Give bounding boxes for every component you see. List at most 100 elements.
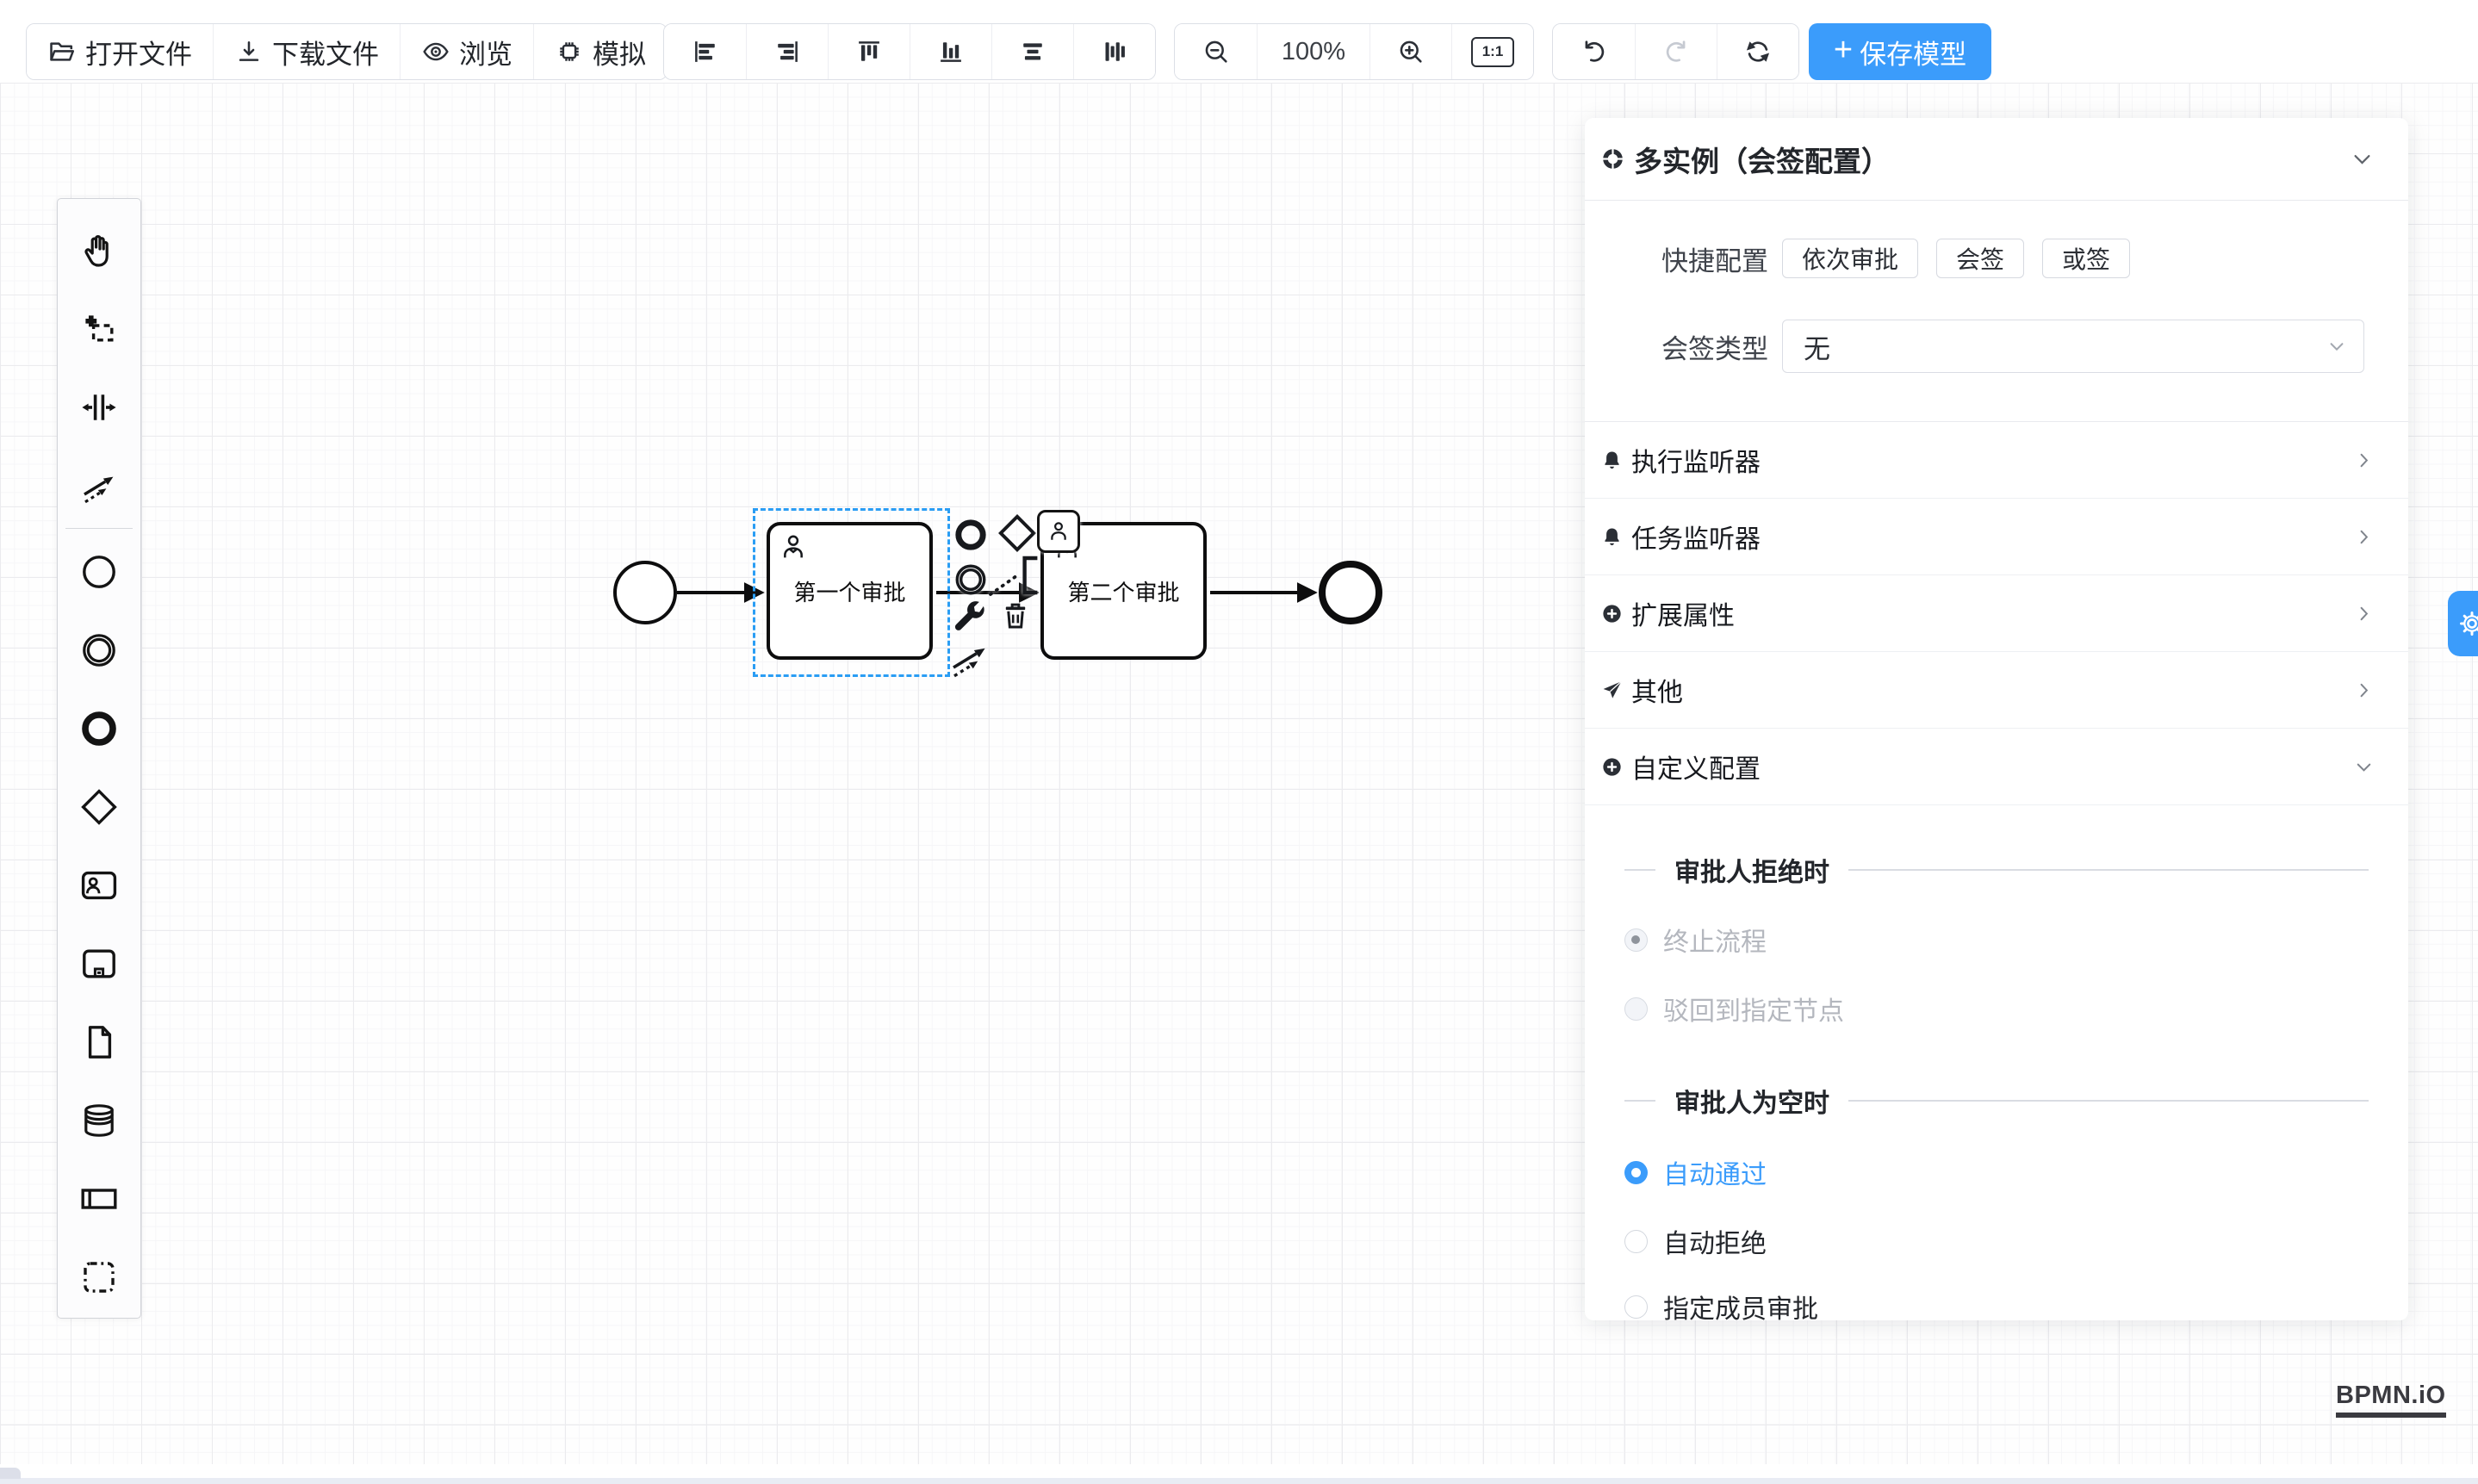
radio-disabled xyxy=(1624,997,1648,1021)
save-model-button[interactable]: + 保存模型 xyxy=(1809,23,1991,80)
radio-label: 驳回到指定节点 xyxy=(1663,990,1844,1028)
section-custom-config[interactable]: 自定义配置 xyxy=(1585,729,2408,805)
chip-icon xyxy=(555,37,584,66)
append-intermediate-event-button[interactable] xyxy=(951,560,991,599)
create-gateway[interactable] xyxy=(58,767,140,846)
element-palette xyxy=(57,198,141,1319)
settings-drawer-toggle[interactable] xyxy=(2448,591,2478,656)
undo-icon xyxy=(1580,37,1609,66)
align-right-button[interactable] xyxy=(746,24,828,79)
wrench-icon xyxy=(949,596,989,636)
end-event-node[interactable] xyxy=(1319,561,1382,624)
properties-panel: 多实例（会签配置） 快捷配置 依次审批 会签 或签 会签类型 无 执行监听器 xyxy=(1585,118,2408,1320)
delete-button[interactable] xyxy=(997,598,1034,634)
align-middle-vertical-button[interactable] xyxy=(1073,24,1155,79)
section-label: 扩展属性 xyxy=(1631,594,2346,632)
user-icon xyxy=(1046,518,1071,544)
align-top-icon xyxy=(854,37,884,66)
quick-config-sequential-button[interactable]: 依次审批 xyxy=(1782,239,1918,278)
radio-disabled-checked xyxy=(1624,928,1648,952)
align-bottom-button[interactable] xyxy=(910,24,991,79)
simulate-button[interactable]: 模拟 xyxy=(533,24,667,79)
zoom-out-button[interactable] xyxy=(1175,24,1257,79)
radio-unchecked xyxy=(1624,1230,1648,1253)
user-task-node-1[interactable]: 第一个审批 xyxy=(767,522,933,660)
section-task-listener[interactable]: 任务监听器 xyxy=(1585,499,2408,575)
bell-icon xyxy=(1600,525,1624,549)
redo-button[interactable] xyxy=(1635,24,1717,79)
panel-header[interactable]: 多实例（会签配置） xyxy=(1585,118,2408,200)
append-end-event-button[interactable] xyxy=(951,515,991,555)
create-end-event[interactable] xyxy=(58,689,140,767)
plus-circle-icon xyxy=(1600,602,1624,625)
history-toolbar-group xyxy=(1552,23,1799,80)
undo-button[interactable] xyxy=(1553,24,1635,79)
task-label: 第一个审批 xyxy=(793,575,905,607)
sign-type-select[interactable]: 无 xyxy=(1782,320,2364,373)
task-label: 第二个审批 xyxy=(1067,575,1179,607)
chevron-down-icon[interactable] xyxy=(2351,147,2374,171)
align-center-horizontal-button[interactable] xyxy=(991,24,1073,79)
multi-instance-icon xyxy=(1600,146,1625,171)
section-other[interactable]: 其他 xyxy=(1585,652,2408,729)
align-left-button[interactable] xyxy=(664,24,746,79)
radio-label: 终止流程 xyxy=(1663,921,1767,959)
append-text-annotation-button[interactable] xyxy=(987,553,1040,598)
radio-label: 指定成员审批 xyxy=(1663,1288,1818,1320)
sign-type-value: 无 xyxy=(1804,327,2327,366)
reject-group-title: 审批人拒绝时 xyxy=(1674,851,1829,889)
create-group[interactable] xyxy=(58,1238,140,1316)
section-label: 自定义配置 xyxy=(1631,748,2346,785)
bell-icon xyxy=(1600,449,1624,472)
magnifier-plus-icon xyxy=(1396,37,1425,66)
align-middle-vertical-icon xyxy=(1100,37,1129,66)
radio-label: 自动通过 xyxy=(1663,1153,1767,1191)
radio-auto-pass[interactable]: 自动通过 xyxy=(1585,1155,2408,1189)
zoom-in-button[interactable] xyxy=(1369,24,1451,79)
lasso-tool[interactable] xyxy=(58,289,140,368)
bpmn-io-watermark[interactable]: BPMN.iO xyxy=(2336,1382,2446,1418)
section-extended-properties[interactable]: 扩展属性 xyxy=(1585,575,2408,652)
quick-config-countersign-button[interactable]: 会签 xyxy=(1936,239,2024,278)
align-toolbar-group xyxy=(663,23,1156,80)
space-tool[interactable] xyxy=(58,368,140,446)
palette-separator xyxy=(65,528,133,529)
zoom-reset-button[interactable]: 1:1 xyxy=(1451,24,1533,79)
radio-assign-member[interactable]: 指定成员审批 xyxy=(1585,1289,2408,1320)
align-top-button[interactable] xyxy=(828,24,910,79)
open-file-label: 打开文件 xyxy=(85,33,192,71)
download-file-button[interactable]: 下载文件 xyxy=(213,24,400,79)
create-participant[interactable] xyxy=(58,1159,140,1238)
eye-icon xyxy=(421,37,450,66)
refresh-icon xyxy=(1743,37,1773,66)
connect-button[interactable] xyxy=(947,636,992,680)
open-file-button[interactable]: 打开文件 xyxy=(27,24,213,79)
create-start-event[interactable] xyxy=(58,532,140,611)
refresh-button[interactable] xyxy=(1717,24,1798,79)
create-data-store[interactable] xyxy=(58,1081,140,1159)
append-user-task-button[interactable] xyxy=(1037,510,1080,553)
create-data-object[interactable] xyxy=(58,1003,140,1081)
section-label: 其他 xyxy=(1631,671,2346,709)
create-intermediate-event[interactable] xyxy=(58,611,140,689)
hand-tool[interactable] xyxy=(58,211,140,289)
radio-terminate-process[interactable]: 终止流程 xyxy=(1585,922,2408,957)
reject-group-header: 审批人拒绝时 xyxy=(1585,855,2408,885)
align-right-icon xyxy=(773,37,802,66)
global-connect-tool[interactable] xyxy=(58,446,140,525)
chevron-right-icon xyxy=(2354,450,2374,470)
create-call-activity[interactable] xyxy=(58,924,140,1003)
section-label: 任务监听器 xyxy=(1631,518,2346,556)
section-execution-listener[interactable]: 执行监听器 xyxy=(1585,422,2408,499)
append-gateway-button[interactable] xyxy=(996,512,1039,555)
quick-config-orsign-button[interactable]: 或签 xyxy=(2042,239,2130,278)
radio-return-to-node[interactable]: 驳回到指定节点 xyxy=(1585,991,2408,1026)
magnifier-minus-icon xyxy=(1202,37,1231,66)
create-user-task[interactable] xyxy=(58,846,140,924)
preview-button[interactable]: 浏览 xyxy=(400,24,533,79)
radio-auto-reject[interactable]: 自动拒绝 xyxy=(1585,1224,2408,1258)
quick-config-row: 快捷配置 依次审批 会签 或签 xyxy=(1585,239,2408,278)
section-label: 执行监听器 xyxy=(1631,441,2346,479)
change-type-button[interactable] xyxy=(949,596,989,636)
start-event-node[interactable] xyxy=(613,561,677,624)
